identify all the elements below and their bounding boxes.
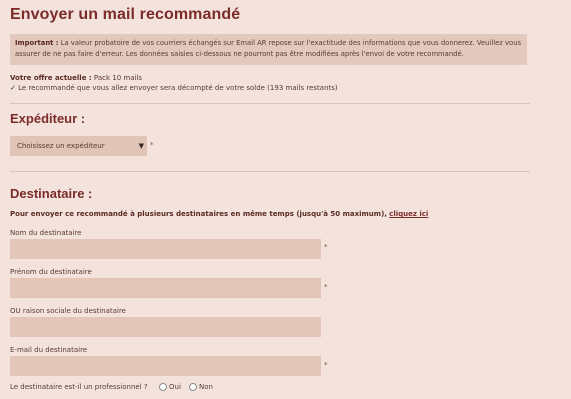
radio-non[interactable]: Non xyxy=(189,383,213,391)
destinataire-heading: Destinataire : xyxy=(10,186,93,201)
current-offer: Votre offre actuelle : Pack 10 mails ✓ L… xyxy=(10,73,338,93)
page-title: Envoyer un mail recommandé xyxy=(10,6,241,23)
chevron-down-icon: ▼ xyxy=(138,142,144,150)
prenom-label: Prénom du destinataire xyxy=(10,268,92,276)
important-notice: Important : La valeur probatoire de vos … xyxy=(10,34,527,65)
expediteur-heading: Expéditeur : xyxy=(10,111,86,126)
prenom-required-mark: * xyxy=(324,283,328,291)
nom-input[interactable] xyxy=(10,239,321,259)
multi-recipient-link[interactable]: cliquez ici xyxy=(389,210,428,218)
multi-recipient-text: Pour envoyer ce recommandé à plusieurs d… xyxy=(10,210,387,218)
check-icon: ✓ xyxy=(10,84,16,92)
nom-label: Nom du destinataire xyxy=(10,229,82,237)
prenom-input[interactable] xyxy=(10,278,321,298)
nom-required-mark: * xyxy=(324,243,328,251)
email-required-mark: * xyxy=(324,361,328,369)
raison-sociale-input[interactable] xyxy=(10,317,321,337)
raison-sociale-label: OU raison sociale du destinataire xyxy=(10,307,126,315)
radio-button-icon[interactable] xyxy=(189,383,197,391)
multi-recipient-note: Pour envoyer ce recommandé à plusieurs d… xyxy=(10,210,428,218)
expediteur-select-value: Choisissez un expéditeur xyxy=(17,142,105,150)
radio-non-label: Non xyxy=(199,383,213,391)
notice-bold-label: Important : xyxy=(15,39,59,47)
expediteur-required-mark: * xyxy=(150,141,154,149)
email-label: E-mail du destinataire xyxy=(10,346,88,354)
offer-info: Le recommandé que vous allez envoyer ser… xyxy=(18,84,338,92)
expediteur-select[interactable]: Choisissez un expéditeur ▼ xyxy=(10,136,147,156)
email-input[interactable] xyxy=(10,356,321,376)
offer-label: Votre offre actuelle : xyxy=(10,74,92,82)
radio-button-icon[interactable] xyxy=(159,383,167,391)
divider xyxy=(10,171,530,172)
professional-question: Le destinataire est-il un professionnel … xyxy=(10,383,148,391)
divider xyxy=(10,103,530,104)
radio-oui[interactable]: Oui xyxy=(159,383,181,391)
notice-text: La valeur probatoire de vos courriers éc… xyxy=(15,39,522,58)
radio-oui-label: Oui xyxy=(169,383,181,391)
offer-value: Pack 10 mails xyxy=(93,74,143,82)
